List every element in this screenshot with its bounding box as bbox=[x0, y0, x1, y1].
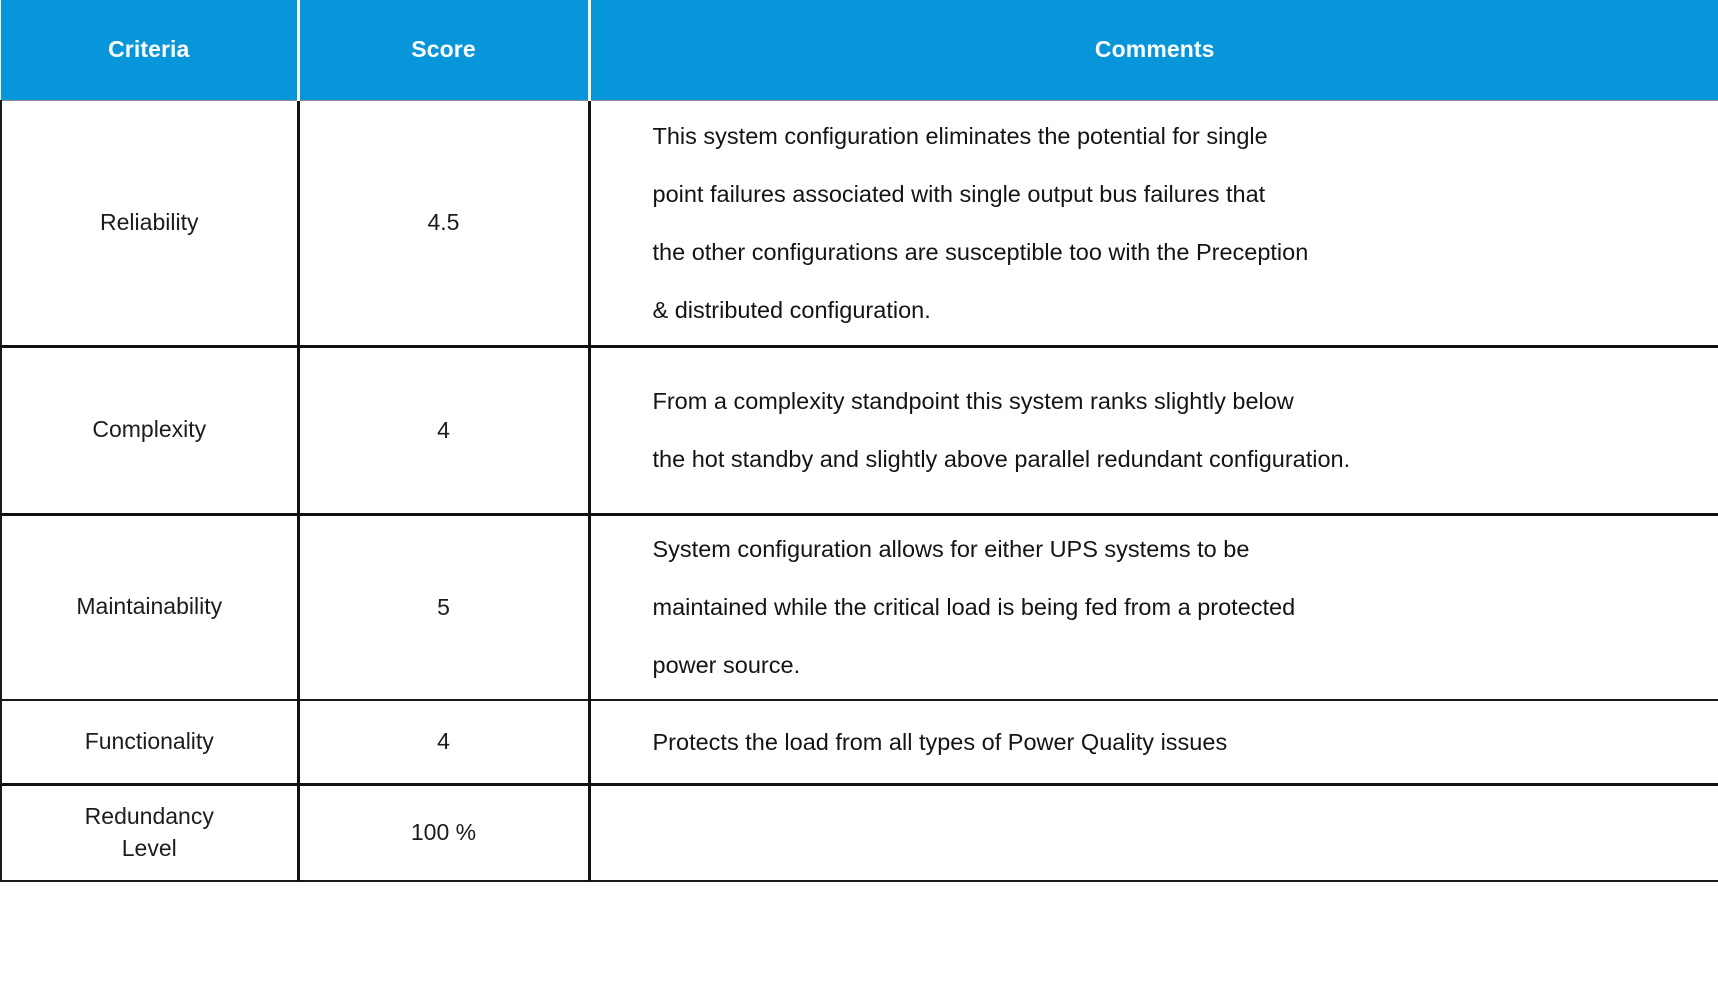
cell-score: 4.5 bbox=[298, 99, 591, 347]
table-header-row: Criteria Score Comments bbox=[1, 0, 1718, 100]
table-row: Reliability 4.5 This system configuratio… bbox=[0, 99, 1718, 347]
table-bottom-spacer bbox=[0, 882, 1718, 982]
cell-comments: System configuration allows for either U… bbox=[589, 512, 1718, 701]
criteria-label: Reliability bbox=[100, 208, 199, 235]
score-value: 5 bbox=[437, 593, 450, 620]
table-row: Functionality 4 Protects the load from a… bbox=[0, 699, 1718, 785]
cell-criteria: Reliability bbox=[0, 99, 300, 347]
criteria-label: Maintainability bbox=[76, 593, 223, 620]
criteria-label: Complexity bbox=[92, 416, 207, 443]
comment-block: Protects the load from all types of Powe… bbox=[653, 725, 1695, 759]
comment-line: maintained while the critical load is be… bbox=[652, 594, 1296, 621]
cell-comments bbox=[589, 782, 1718, 882]
comment-block: System configuration allows for either U… bbox=[653, 520, 1695, 694]
comment-line: point failures associated with single ou… bbox=[652, 180, 1266, 207]
cell-comments: Protects the load from all types of Powe… bbox=[589, 699, 1718, 785]
comment-block: From a complexity standpoint this system… bbox=[653, 372, 1695, 488]
comment-line: the other configurations are susceptible… bbox=[652, 238, 1309, 265]
cell-criteria: Functionality bbox=[0, 699, 300, 785]
column-header-comments[interactable]: Comments bbox=[589, 0, 1718, 100]
comment-line: the hot standby and slightly above paral… bbox=[652, 446, 1351, 472]
comment-line: Protects the load from all types of Powe… bbox=[652, 728, 1228, 755]
table-row: Maintainability 5 System configuration a… bbox=[0, 512, 1718, 701]
score-value: 4 bbox=[437, 416, 450, 443]
table-sheet: Criteria Score Comments Reliability 4.5 … bbox=[0, 0, 1718, 987]
comment-line: This system configuration eliminates the… bbox=[652, 122, 1268, 149]
criteria-label: Redundancy bbox=[84, 803, 214, 830]
table-row: Redundancy Level 100 % bbox=[0, 782, 1718, 882]
column-header-score[interactable]: Score bbox=[298, 0, 591, 100]
cell-comments: This system configuration eliminates the… bbox=[589, 99, 1718, 347]
cell-comments: From a complexity standpoint this system… bbox=[589, 344, 1718, 515]
comment-line: power source. bbox=[652, 652, 801, 679]
table-header: Criteria Score Comments bbox=[1, 0, 1718, 100]
cell-score: 100 % bbox=[298, 782, 591, 882]
criteria-label: Level bbox=[121, 834, 177, 861]
score-value: 100 % bbox=[410, 819, 477, 846]
comment-line: System configuration allows for either U… bbox=[652, 536, 1250, 563]
column-header-criteria[interactable]: Criteria bbox=[1, 0, 300, 100]
comment-line: & distributed configuration. bbox=[652, 296, 931, 323]
comment-line: From a complexity standpoint this system… bbox=[652, 388, 1294, 414]
cell-score: 4 bbox=[298, 699, 591, 785]
table-row: Complexity 4 From a complexity standpoin… bbox=[0, 344, 1718, 515]
score-value: 4.5 bbox=[427, 209, 460, 235]
cell-criteria: Maintainability bbox=[0, 512, 300, 701]
score-value: 4 bbox=[437, 728, 450, 755]
comment-block: This system configuration eliminates the… bbox=[653, 107, 1695, 339]
cell-criteria: Redundancy Level bbox=[0, 782, 300, 882]
criteria-label: Functionality bbox=[84, 727, 214, 754]
table-body: Reliability 4.5 This system configuratio… bbox=[0, 99, 1718, 882]
cell-score: 4 bbox=[298, 344, 591, 515]
cell-score: 5 bbox=[298, 512, 591, 701]
criteria-score-comments-table: Criteria Score Comments Reliability 4.5 … bbox=[0, 0, 1718, 882]
cell-criteria: Complexity bbox=[0, 344, 300, 515]
